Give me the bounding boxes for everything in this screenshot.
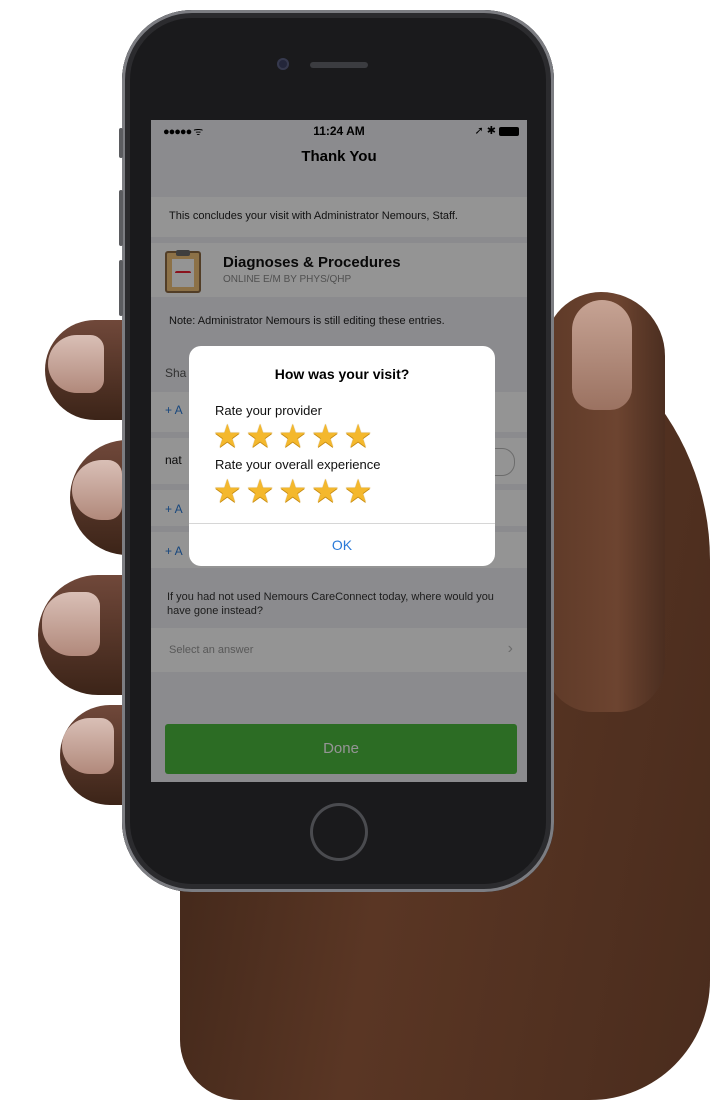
ok-button[interactable]: OK: [189, 524, 495, 566]
provider-star-1-icon[interactable]: ★: [213, 420, 242, 452]
experience-star-4-icon[interactable]: ★: [311, 475, 340, 507]
provider-star-rating[interactable]: ★ ★ ★ ★ ★: [213, 420, 372, 452]
provider-star-3-icon[interactable]: ★: [278, 420, 307, 452]
volume-up-button: [119, 190, 123, 246]
provider-star-2-icon[interactable]: ★: [246, 420, 275, 452]
phone-screen: ●●●●● ᯤ 11:24 AM ➚ ✱ Thank You This conc…: [151, 120, 527, 782]
experience-star-5-icon[interactable]: ★: [344, 475, 373, 507]
finger-nail-3: [42, 592, 100, 656]
rating-dialog: How was your visit? Rate your provider ★…: [189, 346, 495, 566]
volume-down-button: [119, 260, 123, 316]
home-button[interactable]: [310, 803, 368, 861]
provider-star-4-icon[interactable]: ★: [311, 420, 340, 452]
earpiece-speaker: [310, 62, 368, 68]
thumb-nail: [572, 300, 632, 410]
finger-nail-4: [62, 718, 114, 774]
provider-rating-label: Rate your provider: [215, 403, 322, 418]
experience-star-3-icon[interactable]: ★: [278, 475, 307, 507]
experience-star-rating[interactable]: ★ ★ ★ ★ ★: [213, 475, 372, 507]
experience-star-1-icon[interactable]: ★: [213, 475, 242, 507]
experience-star-2-icon[interactable]: ★: [246, 475, 275, 507]
provider-star-5-icon[interactable]: ★: [344, 420, 373, 452]
front-camera-icon: [277, 58, 289, 70]
finger-nail-1: [48, 335, 104, 393]
experience-rating-label: Rate your overall experience: [215, 457, 381, 472]
mute-switch: [119, 128, 123, 158]
dialog-title: How was your visit?: [274, 366, 410, 382]
